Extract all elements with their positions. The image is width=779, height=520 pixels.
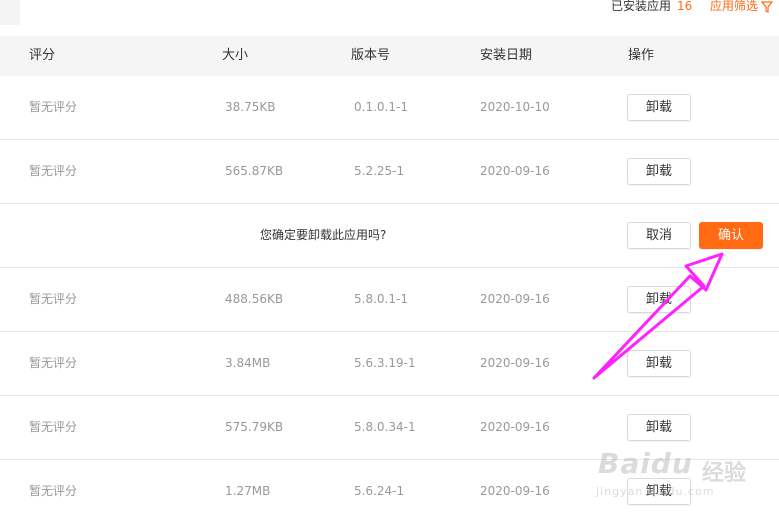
version-cell: 5.2.25-1: [354, 164, 405, 178]
top-bar: 已安装应用 16 应用筛选: [0, 0, 779, 36]
header-rating: 评分: [29, 48, 56, 63]
uninstall-button[interactable]: 卸载: [627, 94, 691, 121]
size-cell: 3.84MB: [225, 356, 271, 370]
install-date-cell: 2020-10-10: [480, 100, 550, 114]
install-date-cell: 2020-09-16: [480, 484, 550, 498]
app-filter-button[interactable]: 应用筛选: [710, 0, 774, 13]
confirm-uninstall-button[interactable]: 确认: [699, 222, 763, 249]
version-cell: 5.8.0.34-1: [354, 420, 416, 434]
header-size: 大小: [222, 48, 249, 63]
version-cell: 5.6.24-1: [354, 484, 405, 498]
uninstall-confirm-message: 您确定要卸载此应用吗?: [260, 228, 387, 242]
header-actions: 操作: [628, 48, 655, 63]
rating-cell: 暂无评分: [29, 164, 78, 178]
size-cell: 488.56KB: [225, 292, 284, 306]
size-cell: 38.75KB: [225, 100, 276, 114]
uninstall-button[interactable]: 卸载: [627, 478, 691, 505]
table-row: 暂无评分 3.84MB 5.6.3.19-1 2020-09-16 卸载: [0, 332, 779, 396]
installed-apps-count: 16: [677, 0, 693, 13]
install-date-cell: 2020-09-16: [480, 292, 550, 306]
app-manager-page: 已安装应用 16 应用筛选 评分 大小 版本号 安装日期 操作 暂无评分 38.…: [0, 0, 779, 520]
table-row: 暂无评分 38.75KB 0.1.0.1-1 2020-10-10 卸载: [0, 76, 779, 140]
rating-cell: 暂无评分: [29, 100, 78, 114]
version-cell: 0.1.0.1-1: [354, 100, 408, 114]
app-filter-label: 应用筛选: [710, 0, 759, 13]
uninstall-button[interactable]: 卸载: [627, 286, 691, 313]
install-date-cell: 2020-09-16: [480, 164, 550, 178]
size-cell: 1.27MB: [225, 484, 271, 498]
cancel-button[interactable]: 取消: [627, 222, 691, 249]
version-cell: 5.6.3.19-1: [354, 356, 416, 370]
rating-cell: 暂无评分: [29, 356, 78, 370]
header-version: 版本号: [351, 48, 391, 63]
rating-cell: 暂无评分: [29, 420, 78, 434]
version-cell: 5.8.0.1-1: [354, 292, 408, 306]
uninstall-button[interactable]: 卸载: [627, 350, 691, 377]
header-install-date: 安装日期: [480, 48, 533, 63]
size-cell: 575.79KB: [225, 420, 284, 434]
table-row: 暂无评分 565.87KB 5.2.25-1 2020-09-16 卸载: [0, 140, 779, 204]
rating-cell: 暂无评分: [29, 292, 78, 306]
table-row: 暂无评分 1.27MB 5.6.24-1 2020-09-16 卸载: [0, 460, 779, 520]
table-header: 评分 大小 版本号 安装日期 操作: [0, 36, 779, 76]
app-table-body: 暂无评分 38.75KB 0.1.0.1-1 2020-10-10 卸载 暂无评…: [0, 76, 779, 520]
uninstall-button[interactable]: 卸载: [627, 158, 691, 185]
installed-apps-label: 已安装应用: [611, 0, 672, 13]
install-date-cell: 2020-09-16: [480, 420, 550, 434]
table-row: 暂无评分 488.56KB 5.8.0.1-1 2020-09-16 卸载: [0, 268, 779, 332]
table-row: 暂无评分 575.79KB 5.8.0.34-1 2020-09-16 卸载: [0, 396, 779, 460]
size-cell: 565.87KB: [225, 164, 284, 178]
install-date-cell: 2020-09-16: [480, 356, 550, 370]
uninstall-button[interactable]: 卸载: [627, 414, 691, 441]
funnel-icon: [761, 0, 774, 13]
rating-cell: 暂无评分: [29, 484, 78, 498]
uninstall-confirm-row: 您确定要卸载此应用吗? 取消 确认: [0, 204, 779, 268]
